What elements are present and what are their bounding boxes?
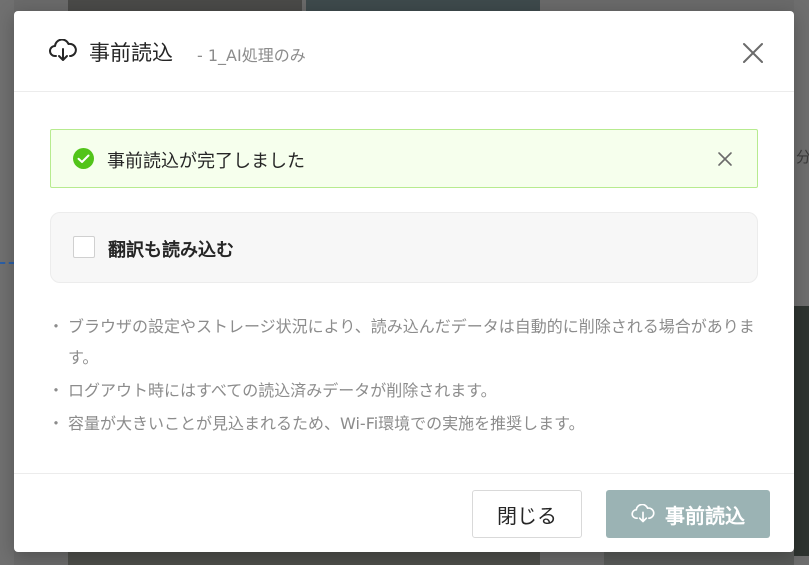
translation-option[interactable]: 翻訳も読み込む	[50, 212, 758, 283]
cloud-download-icon	[49, 39, 77, 61]
translation-checkbox[interactable]	[73, 236, 95, 258]
modal-subtitle: - 1_AI処理のみ	[197, 46, 306, 65]
background-thumbnail	[794, 306, 809, 556]
translation-option-label: 翻訳も読み込む	[108, 240, 234, 261]
background-dashed-line	[0, 262, 14, 264]
background-thumbnail	[68, 552, 540, 565]
modal-header: 事前読込 - 1_AI処理のみ	[14, 11, 794, 92]
preload-button-label: 事前読込	[665, 503, 745, 528]
modal-footer: 閉じる 事前読込	[14, 473, 794, 552]
alert-message: 事前読込が完了しました	[107, 151, 305, 172]
note-item: 容量が大きいことが見込まれるため、Wi-Fi環境での実施を推奨します。	[48, 408, 772, 439]
check-circle-icon	[73, 148, 94, 169]
alert-close-icon[interactable]	[716, 150, 734, 168]
note-item: ブラウザの設定やストレージ状況により、読み込んだデータは自動的に削除される場合が…	[48, 311, 772, 373]
cloud-download-icon	[631, 504, 655, 523]
notes-list: ブラウザの設定やストレージ状況により、読み込んだデータは自動的に削除される場合が…	[48, 311, 772, 441]
preload-modal: 事前読込 - 1_AI処理のみ 事前読込が完了しました 翻訳も読み込む ブラウザ…	[14, 11, 794, 552]
background-thumbnail	[604, 552, 794, 565]
close-icon[interactable]	[740, 40, 766, 66]
background-side-text: 分	[796, 148, 809, 166]
close-button[interactable]: 閉じる	[472, 490, 582, 538]
modal-title: 事前読込	[89, 41, 173, 65]
success-alert: 事前読込が完了しました	[50, 129, 758, 188]
note-item: ログアウト時にはすべての読込済みデータが削除されます。	[48, 375, 772, 406]
background-left-panel	[0, 0, 14, 565]
preload-button[interactable]: 事前読込	[606, 490, 770, 538]
